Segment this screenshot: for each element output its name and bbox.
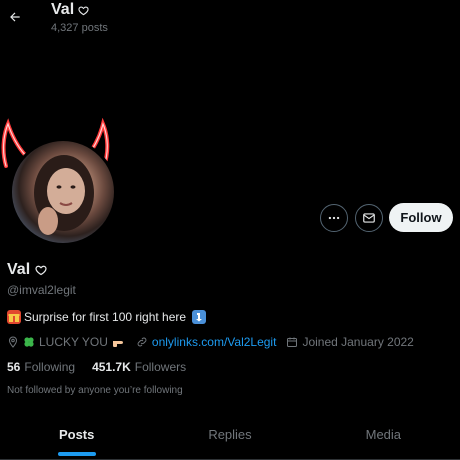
link-icon <box>137 337 147 347</box>
website-link[interactable]: onlylinks.com/Val2Legit <box>152 335 277 349</box>
tab-label: Media <box>365 427 402 442</box>
bio-text: Surprise for first 100 right here <box>24 310 187 324</box>
not-followed-notice: Not followed by anyone you’re following <box>7 385 183 396</box>
location-item: LUCKY YOU <box>7 335 126 349</box>
following-label: Following <box>24 360 76 374</box>
display-name: Val <box>7 261 31 278</box>
top-bar: Val 4,327 posts <box>0 0 460 48</box>
clover-icon <box>24 337 34 347</box>
profile-bio: Surprise for first 100 right here <box>7 310 207 324</box>
profile-handle: @imval2legit <box>7 283 76 297</box>
tab-media[interactable]: Media <box>307 414 460 460</box>
post-count: 4,327 posts <box>51 22 108 34</box>
header-title: Val 4,327 posts <box>51 0 108 34</box>
following-count: 56 <box>7 360 21 374</box>
follow-button[interactable]: Follow <box>389 203 453 232</box>
back-arrow-icon <box>10 12 20 22</box>
message-button[interactable] <box>355 204 383 232</box>
followers-count: 451.7K <box>92 360 131 374</box>
avatar-photo <box>12 141 114 243</box>
tab-label: Replies <box>208 427 252 442</box>
following-link[interactable]: 56 Following <box>7 360 75 374</box>
profile-name: Val <box>7 261 47 279</box>
header-name: Val <box>51 1 75 18</box>
followers-label: Followers <box>134 360 187 374</box>
follow-counts: 56 Following 451.7K Followers <box>7 360 186 374</box>
more-options-button[interactable] <box>320 204 348 232</box>
joined-item: Joined January 2022 <box>286 335 414 349</box>
tab-replies[interactable]: Replies <box>153 414 306 460</box>
profile-avatar[interactable] <box>9 138 117 246</box>
mail-icon <box>363 213 375 223</box>
calendar-icon <box>287 337 298 347</box>
location-text: LUCKY YOU <box>39 335 108 349</box>
back-button[interactable] <box>3 5 27 29</box>
website-item[interactable]: onlylinks.com/Val2Legit <box>136 335 277 349</box>
more-icon <box>328 216 340 220</box>
gift-icon <box>7 310 21 324</box>
arrow-turn-icon <box>192 310 207 324</box>
heart-outline-icon <box>78 6 89 15</box>
location-icon <box>8 336 18 348</box>
tab-posts[interactable]: Posts <box>0 414 153 460</box>
followers-link[interactable]: 451.7K Followers <box>92 360 186 374</box>
profile-tabs: Posts Replies Media <box>0 414 460 460</box>
heart-outline-icon <box>35 265 47 276</box>
joined-text: Joined January 2022 <box>302 335 414 349</box>
avatar-illustration <box>34 155 94 235</box>
profile-meta: LUCKY YOU onlylinks.com/Val2Legit Joined… <box>7 335 424 349</box>
pointing-hand-icon <box>112 341 123 347</box>
active-tab-indicator <box>57 452 96 456</box>
